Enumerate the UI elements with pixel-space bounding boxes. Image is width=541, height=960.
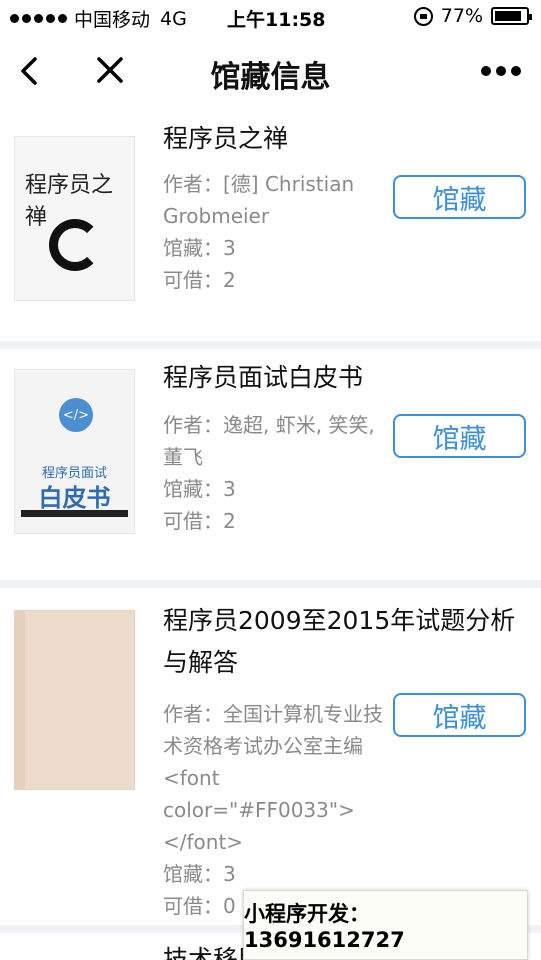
battery-percent: 77% xyxy=(440,5,483,27)
divider xyxy=(0,580,541,588)
book-info: 程序员面试白皮书 作者：逸超, 虾米, 笑笑, 董飞 馆藏：3 可借：2 xyxy=(163,357,395,537)
book-item[interactable]: </> 程序员面试 白皮书 程序员面试白皮书 作者：逸超, 虾米, 笑笑, 董飞… xyxy=(0,349,541,580)
book-holdings: 馆藏：3 xyxy=(163,477,236,501)
book-item[interactable]: 程序员2009至2015年试题分析与解答 作者：全国计算机专业技术资格考试办公室… xyxy=(0,588,541,925)
book-author: 作者：[德] Christian Grobmeier xyxy=(163,172,355,228)
code-icon: </> xyxy=(59,398,93,432)
book-info: 程序员2009至2015年试题分析与解答 作者：全国计算机专业技术资格考试办公室… xyxy=(163,600,515,922)
status-time: 上午11:58 xyxy=(227,9,326,31)
holdings-button[interactable]: 馆藏 xyxy=(393,414,526,458)
book-title: 程序员2009至2015年试题分析与解答 xyxy=(163,606,516,677)
book-list: 程序员之禅 程序员之禅 作者：[德] Christian Grobmeier 馆… xyxy=(0,106,541,960)
book-info: 程序员之禅 作者：[德] Christian Grobmeier 馆藏：3 可借… xyxy=(163,118,395,296)
more-options-icon[interactable] xyxy=(481,66,521,76)
rotation-lock-icon xyxy=(413,6,433,26)
network-label: 4G xyxy=(160,7,187,30)
cover-strip xyxy=(21,510,128,517)
book-author: 作者：逸超, 虾米, 笑笑, 董飞 xyxy=(163,413,375,469)
divider xyxy=(0,341,541,349)
status-bar: 中国移动 4G 上午11:58 77% xyxy=(0,0,541,36)
holdings-button[interactable]: 馆藏 xyxy=(393,175,526,219)
ensou-circle-icon xyxy=(49,219,101,271)
cover-title-line2: 白皮书 xyxy=(38,484,111,512)
book-available: 可借：2 xyxy=(163,509,236,533)
book-title: 程序员之禅 xyxy=(163,124,289,153)
battery-icon xyxy=(491,7,532,25)
book-cover: 程序员之禅 xyxy=(14,136,135,301)
book-title: 程序员面试白皮书 xyxy=(163,363,364,392)
book-cover: </> 程序员面试 白皮书 xyxy=(14,369,135,534)
book-item[interactable]: 程序员之禅 程序员之禅 作者：[德] Christian Grobmeier 馆… xyxy=(0,106,541,341)
holdings-button[interactable]: 馆藏 xyxy=(393,693,526,737)
developer-contact-badge: 小程序开发：13691612727 xyxy=(243,890,528,960)
book-author: 作者：全国计算机专业技术资格考试办公室主编 <font color="#FF00… xyxy=(163,702,383,854)
book-holdings: 馆藏：3 xyxy=(163,236,236,260)
carrier-label: 中国移动 xyxy=(74,9,151,31)
book-cover xyxy=(14,610,135,790)
cover-spine xyxy=(15,611,25,789)
book-available: 可借：2 xyxy=(163,268,236,292)
book-holdings: 馆藏：3 xyxy=(163,862,236,886)
signal-icon xyxy=(10,14,67,23)
page-title: 馆藏信息 xyxy=(210,60,331,95)
nav-bar: 馆藏信息 xyxy=(0,36,541,106)
